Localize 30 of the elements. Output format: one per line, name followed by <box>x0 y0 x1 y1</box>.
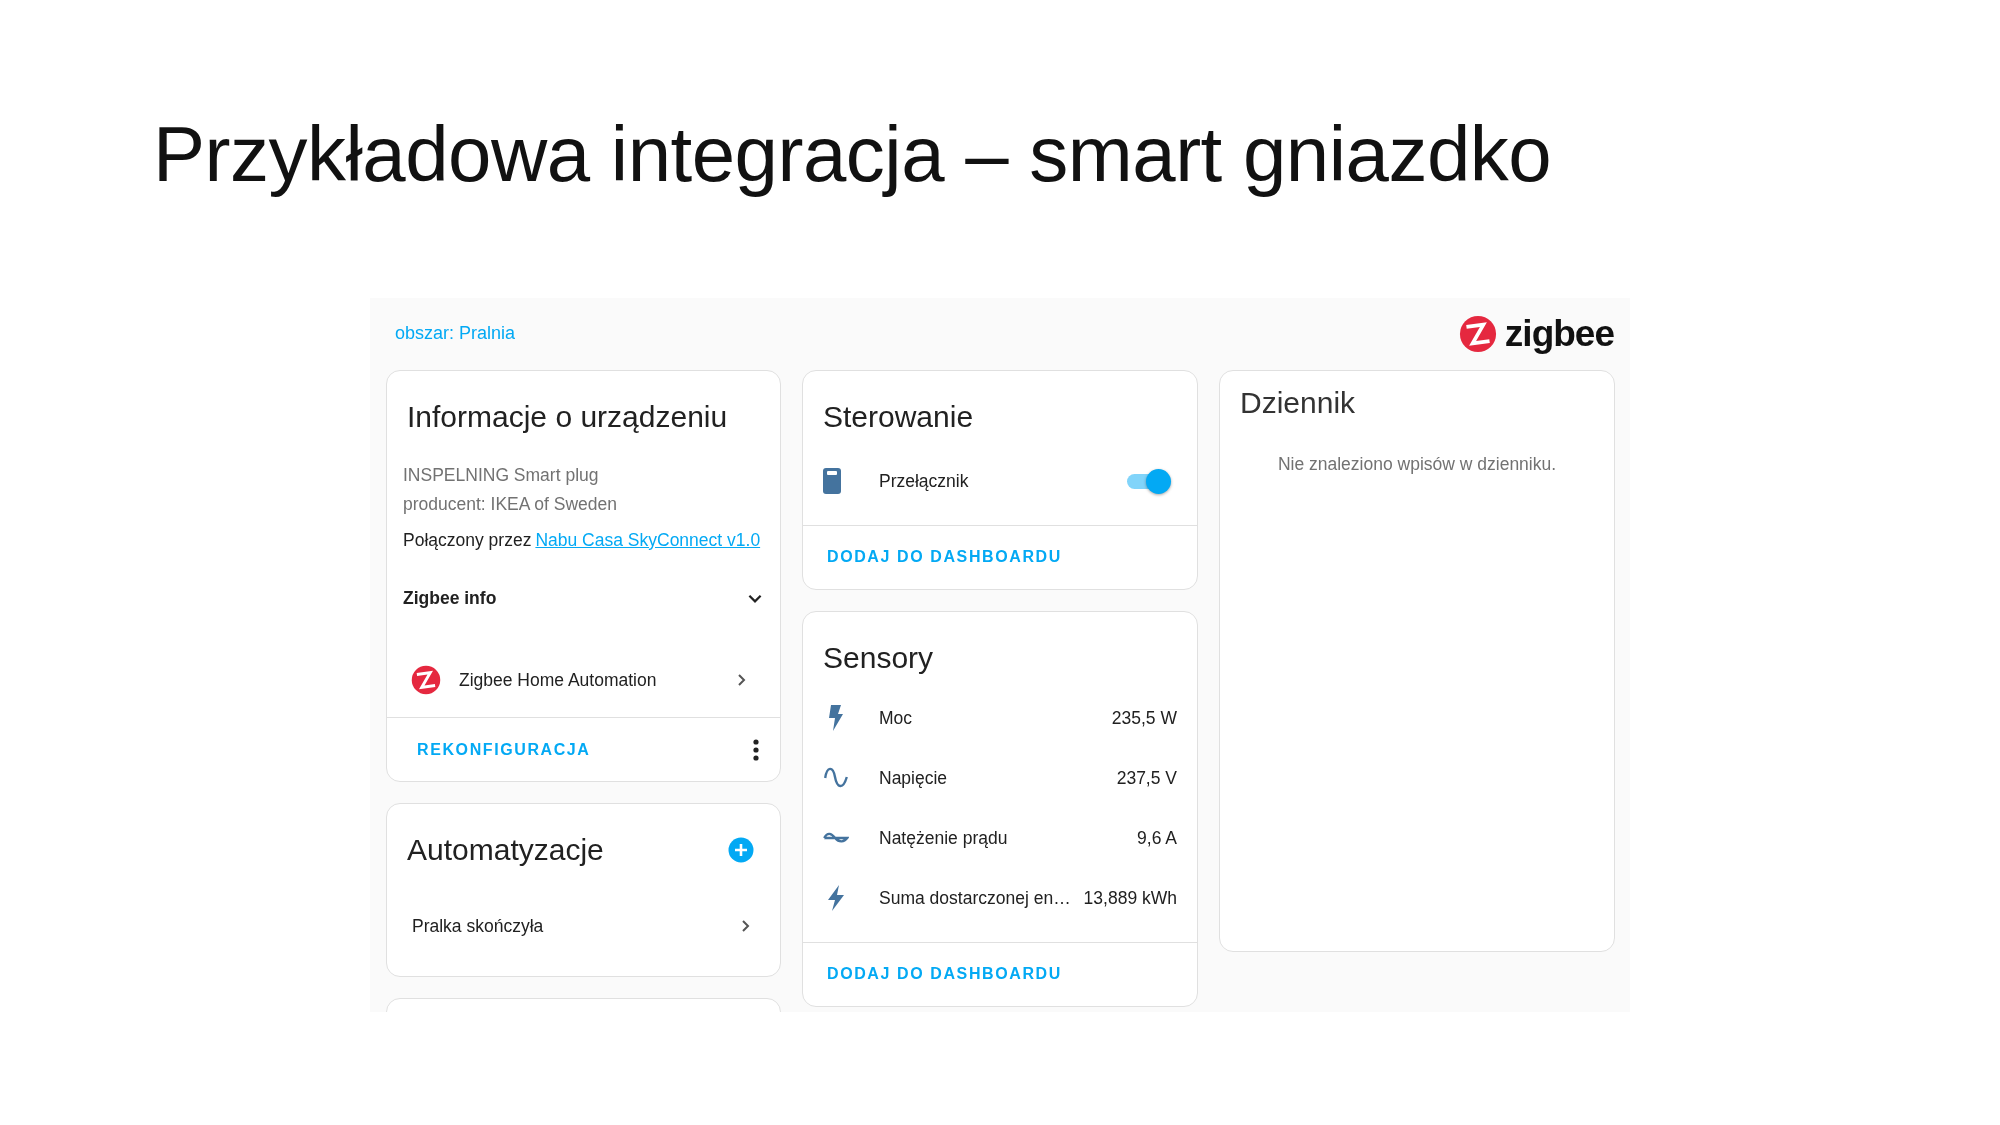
lightning-icon <box>828 884 844 911</box>
sensor-row[interactable]: Suma dostarczonej en… 13,889 kWh <box>803 867 1197 928</box>
card-title: Sterowanie <box>822 398 975 435</box>
control-label: Przełącznik <box>879 469 970 493</box>
connected-label: Połączony przez <box>403 528 532 552</box>
sensor-row[interactable]: Natężenie prądu 9,6 A <box>803 807 1197 868</box>
brand-name: zigbee <box>1504 315 1614 353</box>
card-title: Informacje o urządzeniu <box>406 398 729 435</box>
sensor-row[interactable]: Napięcie 237,5 V <box>803 747 1197 808</box>
expand-section[interactable]: Zigbee info <box>403 583 764 614</box>
card-title: Dziennik <box>1239 384 1357 421</box>
card-title: Sensory <box>822 639 935 676</box>
sensor-row[interactable]: Moc 235,5 W <box>803 687 1197 748</box>
empty-message: Nie znaleziono wpisów w dzienniku. <box>1276 452 1558 476</box>
zigbee-logo-icon <box>1458 314 1497 353</box>
card-title: Automatyzacje <box>407 832 604 869</box>
slide-title: Przykładowa integracja – smart gniazdko <box>153 112 1553 198</box>
more-menu-icon <box>752 738 760 761</box>
integration-link[interactable]: Zigbee Home Automation <box>459 666 657 694</box>
add-button[interactable] <box>728 837 754 864</box>
device-model: INSPELNING Smart plug <box>403 463 600 487</box>
plug-icon <box>823 467 841 494</box>
wave-icon <box>823 831 849 844</box>
automation-item[interactable]: Pralka skończyła <box>387 896 780 957</box>
lightning-icon <box>829 704 843 731</box>
zigbee-logo-icon <box>411 665 441 696</box>
sine-wave-icon <box>824 766 848 789</box>
plus-icon <box>728 837 754 864</box>
toggle-switch[interactable] <box>1125 468 1171 493</box>
manufacturer-text: producent: IKEA of Sweden <box>403 492 619 516</box>
